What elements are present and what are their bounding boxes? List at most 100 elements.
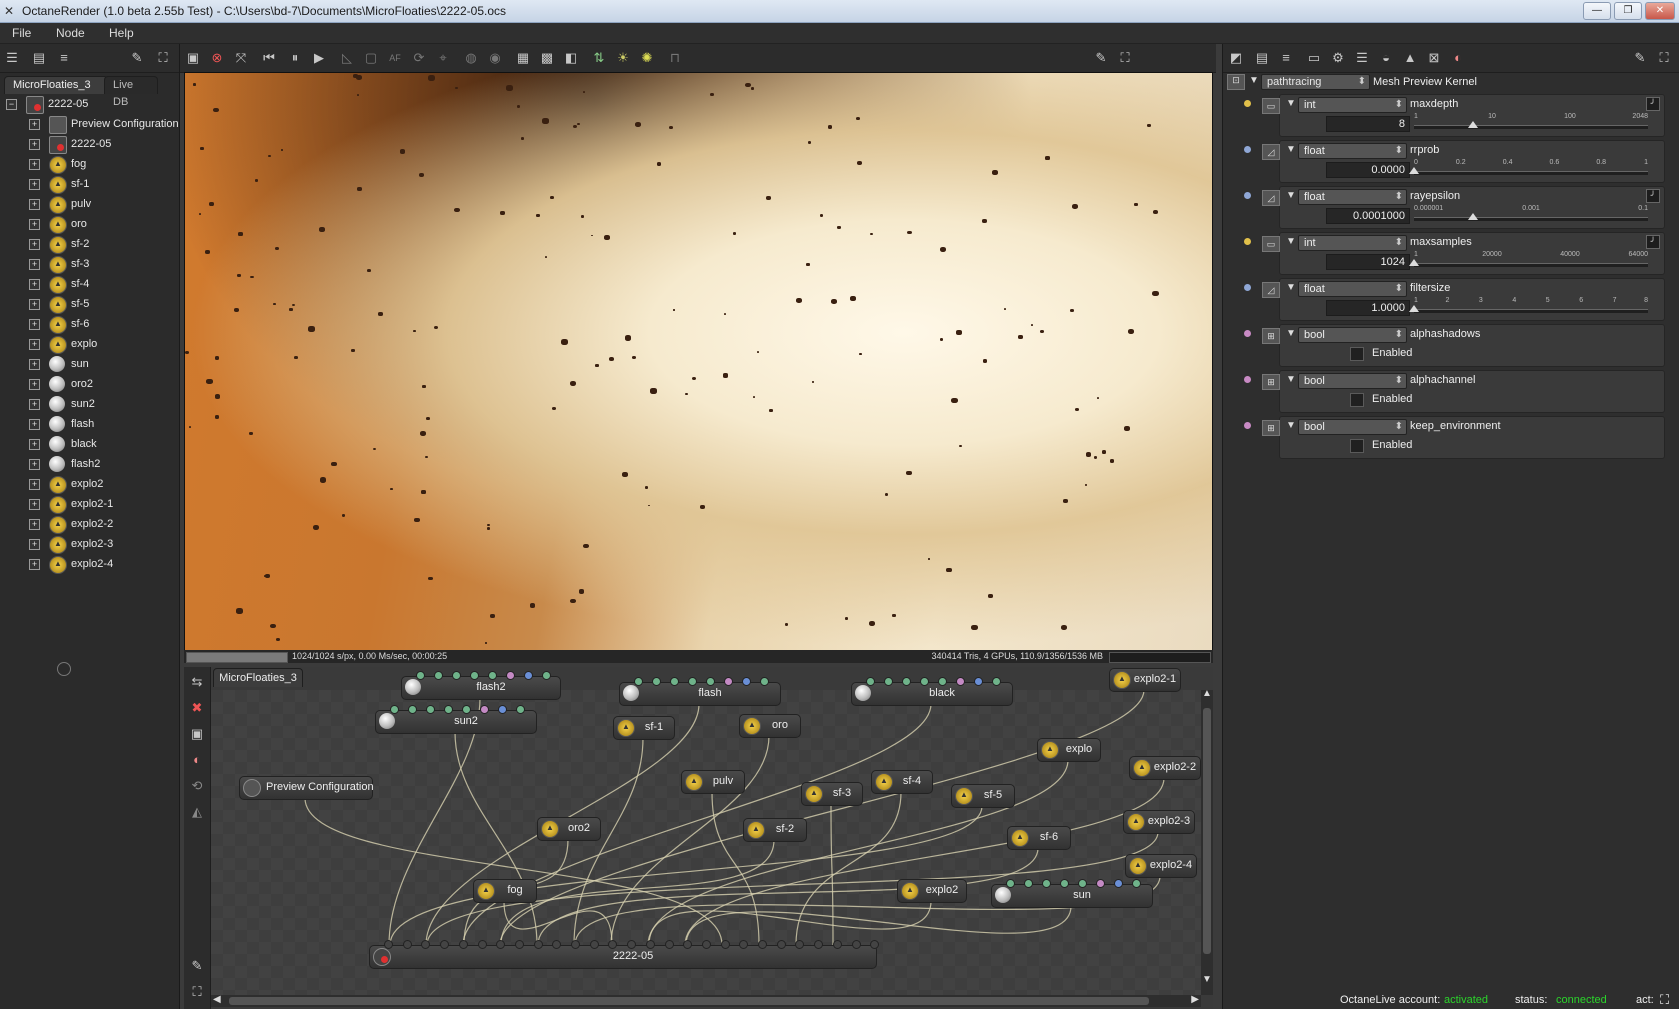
tree-item[interactable]: + sf-5 <box>0 295 178 314</box>
graph-node-sun[interactable]: sun <box>991 879 1153 908</box>
param-slider[interactable]: 0.000001 0.001 0.1 <box>1414 205 1648 225</box>
wrench-icon[interactable]: ✎ <box>128 49 146 67</box>
param-collapse-arrow[interactable]: ▼ <box>1286 374 1296 385</box>
tree-item[interactable]: + pulv <box>0 195 178 214</box>
graph-node-explo2-4[interactable]: explo2-4 <box>1125 854 1197 878</box>
tree-item[interactable]: + explo <box>0 335 178 354</box>
param-pin-icon[interactable]: ◿ <box>1262 190 1280 206</box>
tab-graph-microfloaties[interactable]: MicroFloaties_3 <box>213 668 303 687</box>
input-pin[interactable] <box>1042 879 1051 888</box>
fullscreen-icon[interactable]: ⛶ <box>154 49 172 67</box>
graph-node-sf-1[interactable]: sf-1 <box>613 716 675 740</box>
kernel-type-select[interactable]: pathtracing ⬍ <box>1261 74 1370 90</box>
input-pin[interactable] <box>645 940 655 949</box>
pause-icon[interactable]: ⏸ <box>286 49 304 67</box>
input-pin[interactable] <box>480 705 489 714</box>
tree-item[interactable]: + sf-2 <box>0 235 178 254</box>
graph-node-sun2[interactable]: sun2 <box>375 705 537 734</box>
node-canvas[interactable]: flash2 flash black explo2-1 sun2 sf-1 oro explo… <box>211 668 1201 995</box>
graph-fullscreen-icon[interactable]: ⛶ <box>188 983 206 1001</box>
input-pin[interactable] <box>683 940 693 949</box>
input-pin[interactable] <box>589 940 599 949</box>
param-slider[interactable]: 0 0.2 0.4 0.6 0.8 1 <box>1409 159 1648 179</box>
input-pin[interactable] <box>866 677 875 686</box>
param-curve-icon[interactable]: ╯ <box>1646 97 1660 111</box>
expand-icon[interactable]: + <box>29 379 40 390</box>
scroll-left-icon[interactable]: ◀ <box>213 994 221 1005</box>
param-type-select[interactable]: int <box>1298 235 1407 251</box>
slider-track[interactable] <box>1414 263 1648 267</box>
graph-vertical-scrollbar[interactable]: ▲ ▼ <box>1201 688 1213 995</box>
slider-knob[interactable] <box>1409 259 1419 266</box>
input-pin[interactable] <box>416 671 425 680</box>
expand-icon[interactable]: + <box>29 119 40 130</box>
tree-item[interactable]: + explo2-3 <box>0 535 178 554</box>
tree-item[interactable]: + black <box>0 435 178 454</box>
tree-item[interactable]: + fog <box>0 155 178 174</box>
graph-node-sf-4[interactable]: sf-4 <box>871 770 933 794</box>
param-collapse-arrow[interactable]: ▼ <box>1286 98 1296 109</box>
param-slider[interactable]: 1 20000 40000 64000 <box>1409 251 1648 271</box>
expand-icon[interactable]: + <box>29 539 40 550</box>
graph-node-explo2-1[interactable]: explo2-1 <box>1109 668 1181 692</box>
param-type-select[interactable]: int <box>1298 97 1407 113</box>
tree-item[interactable]: + sf-1 <box>0 175 178 194</box>
menu-node[interactable]: Node <box>56 26 85 40</box>
pick-focus-icon[interactable]: ◺ <box>338 49 356 67</box>
input-pin[interactable] <box>652 677 661 686</box>
input-pin[interactable] <box>470 671 479 680</box>
input-pin[interactable] <box>1024 879 1033 888</box>
rewind-icon[interactable]: ⏮ <box>260 49 278 67</box>
expand-icon[interactable]: + <box>29 239 40 250</box>
expand-icon[interactable]: + <box>29 139 40 150</box>
input-pin[interactable] <box>720 940 730 949</box>
param-pin-icon[interactable]: ⊞ <box>1262 374 1280 390</box>
slider-track[interactable] <box>1414 125 1648 129</box>
input-pin[interactable] <box>706 677 715 686</box>
param-collapse-arrow[interactable]: ▼ <box>1286 190 1296 201</box>
expand-icon[interactable]: + <box>29 259 40 270</box>
expand-icon[interactable]: + <box>29 199 40 210</box>
checker-icon[interactable]: ▩ <box>538 49 556 67</box>
input-pin[interactable] <box>608 940 618 949</box>
grid-icon[interactable]: ▦ <box>514 49 532 67</box>
expand-icon[interactable]: + <box>29 359 40 370</box>
scroll-right-icon[interactable]: ▶ <box>1191 994 1199 1005</box>
graph-node-oro2[interactable]: oro2 <box>537 817 601 841</box>
graph-node-black[interactable]: black <box>851 677 1013 706</box>
expand-icon[interactable]: + <box>29 279 40 290</box>
param-type-select[interactable]: float <box>1298 189 1407 205</box>
graph-material-icon[interactable]: ◭ <box>188 803 206 821</box>
scroll-thumb[interactable] <box>1203 708 1211 954</box>
param-value-field[interactable]: 0.0001000 <box>1326 208 1410 224</box>
param-checkbox[interactable] <box>1350 347 1364 361</box>
input-pin[interactable] <box>496 940 506 949</box>
input-pin[interactable] <box>634 677 643 686</box>
param-type-select[interactable]: bool <box>1298 327 1407 343</box>
input-pin[interactable] <box>421 940 431 949</box>
param-value-field[interactable]: 1.0000 <box>1326 300 1410 316</box>
graph-wrench-icon[interactable]: ✎ <box>188 957 206 975</box>
tree-item[interactable]: + explo2-2 <box>0 515 178 534</box>
input-pin[interactable] <box>426 705 435 714</box>
input-pin[interactable] <box>870 940 880 949</box>
input-pin[interactable] <box>552 940 562 949</box>
menu-help[interactable]: Help <box>109 26 134 40</box>
param-collapse-arrow[interactable]: ▼ <box>1286 420 1296 431</box>
graph-node-sf-2[interactable]: sf-2 <box>743 818 807 842</box>
tree-item[interactable]: + flash <box>0 415 178 434</box>
play-icon[interactable]: ▶ <box>310 49 328 67</box>
input-pin[interactable] <box>444 705 453 714</box>
expand-icon[interactable]: + <box>29 319 40 330</box>
input-pin[interactable] <box>627 940 637 949</box>
inspector-imager-icon[interactable]: ▲ <box>1401 49 1419 67</box>
graph-arrange-icon[interactable]: ⇆ <box>188 673 206 691</box>
input-pin[interactable] <box>1060 879 1069 888</box>
tree-item[interactable]: + explo2 <box>0 475 178 494</box>
tree-item[interactable]: + sun2 <box>0 395 178 414</box>
sphere-icon[interactable]: ◍ <box>462 49 480 67</box>
inspector-post-icon[interactable]: ⊠ <box>1425 49 1443 67</box>
minimize-button[interactable]: — <box>1583 2 1611 20</box>
h-scroll-thumb[interactable] <box>229 997 1149 1005</box>
scroll-down-icon[interactable]: ▼ <box>1202 974 1212 985</box>
